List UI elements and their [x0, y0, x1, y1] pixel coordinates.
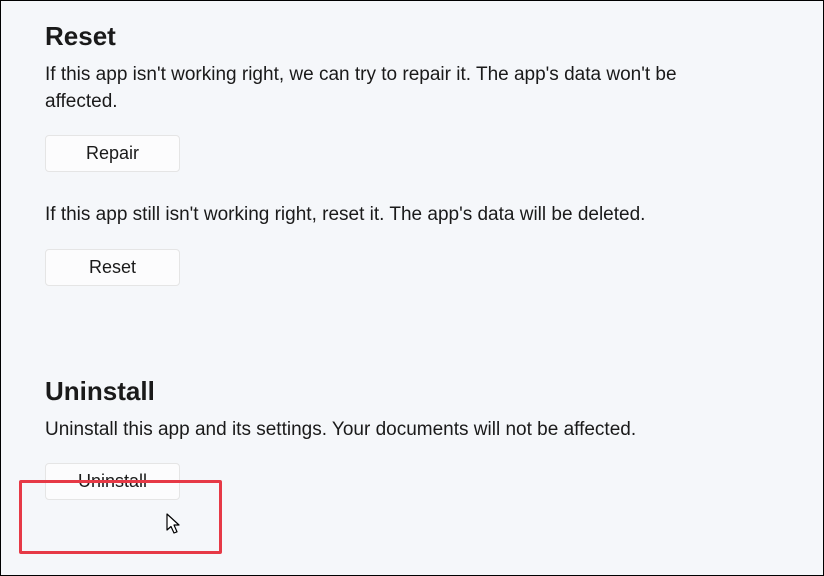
repair-button[interactable]: Repair [45, 135, 180, 172]
uninstall-heading: Uninstall [45, 376, 779, 407]
uninstall-description: Uninstall this app and its settings. You… [45, 417, 745, 444]
repair-description: If this app isn't working right, we can … [45, 62, 745, 115]
uninstall-button[interactable]: Uninstall [45, 463, 180, 500]
reset-button[interactable]: Reset [45, 249, 180, 286]
reset-description: If this app still isn't working right, r… [45, 202, 745, 229]
reset-heading: Reset [45, 21, 779, 52]
